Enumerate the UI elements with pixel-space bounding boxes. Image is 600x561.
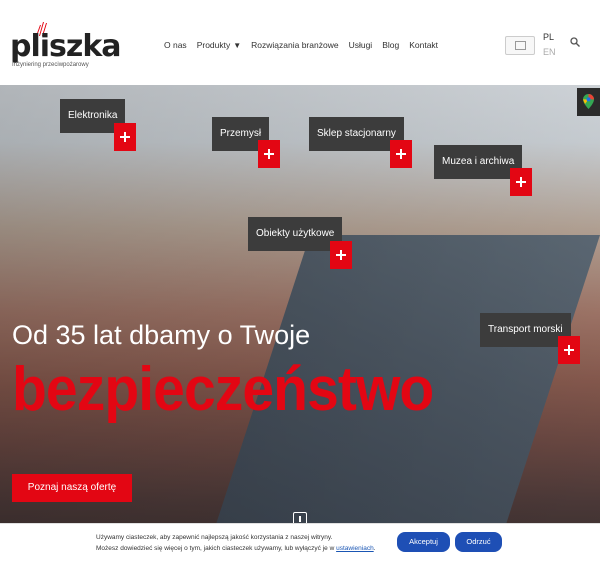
reject-cookies-button[interactable]: Odrzuć (455, 532, 502, 552)
search-icon[interactable] (570, 37, 580, 47)
nav-item-kontakt[interactable]: Kontakt (409, 40, 438, 50)
main-nav: O nas Produkty ▼ Rozwiązania branżowe Usł… (164, 38, 448, 52)
nav-item-o-nas[interactable]: O nas (164, 40, 187, 50)
chevron-down-icon: ▼ (233, 40, 242, 50)
nav-label: Blog (382, 40, 400, 50)
nav-item-uslugi[interactable]: Usługi (349, 40, 373, 50)
lang-pl[interactable]: PL (543, 32, 554, 42)
nav-label: Produkty (196, 40, 231, 50)
site-header: pliszka Inżyniering przeciwpożarowy O na… (0, 0, 600, 85)
logo-subtitle: Inżyniering przeciwpożarowy (12, 62, 89, 68)
logo-text: pliszka (10, 29, 122, 64)
cookie-settings-link[interactable]: ustawieniach (336, 545, 374, 552)
offer-button[interactable]: Poznaj naszą ofertę (12, 474, 132, 502)
accessibility-toggle[interactable] (505, 36, 535, 55)
cookie-line-2-prefix: Możesz dowiedzieć się więcej o tym, jaki… (96, 545, 337, 552)
nav-label: O nas (164, 40, 187, 50)
cookie-line-2: Możesz dowiedzieć się więcej o tym, jaki… (96, 543, 376, 554)
hero-headline: Od 35 lat dbamy o Twoje (12, 320, 311, 350)
nav-label: Rozwiązania branżowe (251, 40, 339, 50)
box-icon (515, 41, 526, 50)
logo[interactable]: pliszka Inżyniering przeciwpożarowy (10, 20, 122, 70)
nav-label: Kontakt (409, 40, 439, 50)
nav-item-blog[interactable]: Blog (382, 40, 399, 50)
plus-icon[interactable] (330, 241, 352, 269)
accept-cookies-button[interactable]: Akceptuj (397, 532, 450, 552)
cookie-line-1: Używamy ciasteczek, aby zapewnić najleps… (96, 534, 333, 541)
nav-label: Usługi (348, 40, 373, 50)
cookie-text: Używamy ciasteczek, aby zapewnić najleps… (96, 532, 376, 554)
google-maps-button[interactable] (577, 88, 600, 116)
tag-label: Obiekty użytkowe (248, 217, 343, 251)
nav-item-rozwiazania[interactable]: Rozwiązania branżowe (251, 40, 338, 50)
map-pin-icon (583, 94, 594, 109)
nav-item-produkty[interactable]: Produkty ▼ (197, 40, 241, 50)
plus-icon[interactable] (558, 336, 580, 364)
plus-icon[interactable] (258, 140, 280, 168)
plus-icon[interactable] (510, 168, 532, 196)
plus-icon[interactable] (390, 140, 412, 168)
plus-icon[interactable] (114, 123, 136, 151)
cookie-banner: Używamy ciasteczek, aby zapewnić najleps… (0, 523, 600, 561)
lang-en[interactable]: EN (543, 47, 556, 57)
cookie-line-2-suffix: . (373, 545, 376, 552)
hero-headline-highlight: bezpieczeństwo (12, 355, 434, 424)
